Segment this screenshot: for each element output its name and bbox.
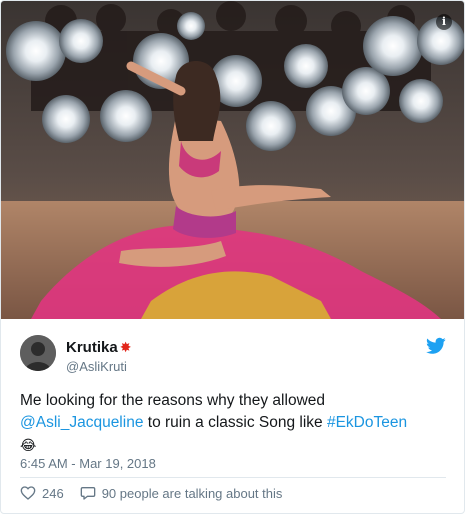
collision-icon: ✸: [119, 339, 132, 355]
like-count[interactable]: 246: [42, 486, 64, 501]
hashtag-link[interactable]: #EkDoTeen: [327, 414, 407, 431]
tweet-actions: 246 90 people are talking about this: [20, 483, 282, 503]
mention-link[interactable]: @Asli_Jacqueline: [20, 414, 143, 431]
author-display-name[interactable]: Krutika ✸: [66, 339, 131, 356]
tweet-text: Me looking for the reasons why they allo…: [20, 390, 445, 457]
dancer-photo-illustration: [1, 1, 464, 319]
tweet-author-header: Krutika ✸ @AsliKruti: [20, 335, 446, 375]
tweet-photo[interactable]: i: [1, 1, 464, 319]
author-name-text[interactable]: Krutika: [66, 339, 118, 356]
twitter-bird-icon[interactable]: [426, 337, 446, 355]
author-handle[interactable]: @AsliKruti: [66, 359, 127, 374]
tears-of-joy-emoji: 😂: [20, 437, 37, 453]
embedded-tweet-card: i Krutika ✸ @AsliKruti Me looking for the…: [0, 0, 465, 514]
tweet-text-part: to ruin a classic Song like: [143, 414, 327, 431]
tweet-timestamp[interactable]: 6:45 AM - Mar 19, 2018: [20, 456, 156, 471]
conversation-link[interactable]: 90 people are talking about this: [102, 486, 283, 501]
avatar[interactable]: [20, 335, 56, 371]
heart-icon[interactable]: [20, 485, 36, 501]
divider: [20, 477, 446, 478]
info-icon[interactable]: i: [436, 14, 452, 30]
speech-bubble-icon[interactable]: [80, 485, 96, 501]
tweet-text-part: Me looking for the reasons why they allo…: [20, 392, 325, 409]
